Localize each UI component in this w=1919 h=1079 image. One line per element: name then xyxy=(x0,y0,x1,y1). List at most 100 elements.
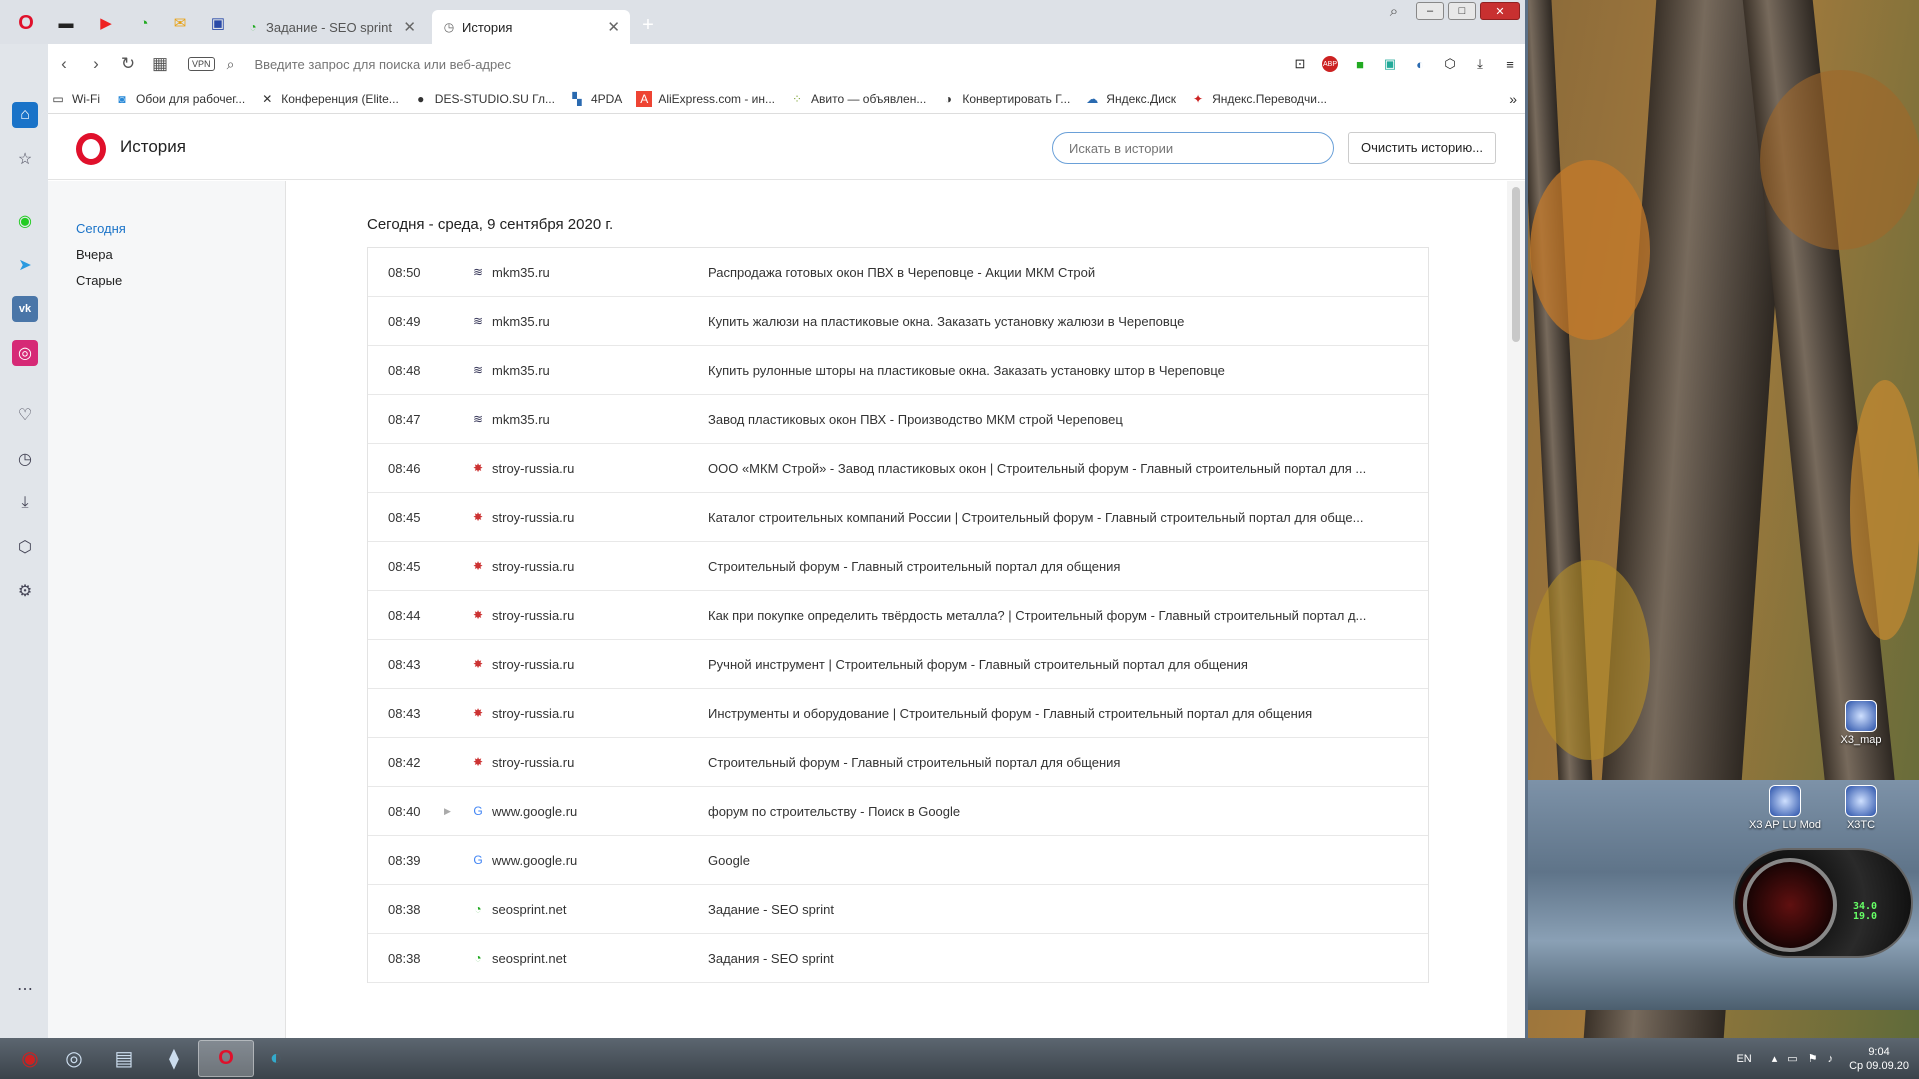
history-title[interactable]: Купить рулонные шторы на пластиковые окн… xyxy=(708,363,1428,378)
extension-green-icon[interactable]: ■ xyxy=(1345,54,1375,74)
bookmark-item[interactable]: ◙ Обои для рабочег... xyxy=(114,91,245,107)
history-row[interactable]: 08:38 ◔ seosprint.net Задания - SEO sprint xyxy=(368,934,1428,983)
tabs-grid-icon[interactable]: ▦ xyxy=(144,54,176,74)
minimize-icon[interactable]: – xyxy=(1416,2,1444,20)
speed-dial-icon[interactable]: ▬ xyxy=(46,8,86,38)
clear-history-button[interactable]: Очистить историю... xyxy=(1348,132,1496,164)
history-row[interactable]: 08:47 ≋ mkm35.ru Завод пластиковых окон ПВХ… xyxy=(368,395,1428,444)
history-row[interactable]: 08:48 ≋ mkm35.ru Купить рулонные шторы на п… xyxy=(368,346,1428,395)
back-icon[interactable]: ‹ xyxy=(48,54,80,74)
history-domain[interactable]: mkm35.ru xyxy=(488,412,708,427)
bookmark-item[interactable]: ✕ Конференция (Elite... xyxy=(259,91,399,107)
nav-yesterday[interactable]: Вчера xyxy=(76,247,113,262)
nav-older[interactable]: Старые xyxy=(76,273,122,288)
bookmark-item[interactable]: ▚ 4PDA xyxy=(569,91,622,107)
history-icon[interactable]: ◷ xyxy=(12,446,38,472)
history-row[interactable]: 08:39 Gwww.google.ru Google xyxy=(368,836,1428,885)
history-search-input[interactable] xyxy=(1052,132,1334,164)
history-title[interactable]: Ручной инструмент | Строительный форум -… xyxy=(708,657,1428,672)
history-title[interactable]: ООО «МКМ Строй» - Завод пластиковых окон… xyxy=(708,461,1428,476)
messages-icon[interactable]: ▣ xyxy=(198,8,238,38)
more-dots-icon[interactable]: ⋯ xyxy=(12,976,38,1002)
history-row[interactable]: 08:40 ▶ Gwww.google.ru форум по строительст… xyxy=(368,787,1428,836)
history-row[interactable]: 08:44 ✸ stroy-russia.ru Как при покупке опр… xyxy=(368,591,1428,640)
history-row[interactable]: 08:49 ≋ mkm35.ru Купить жалюзи на пластиков… xyxy=(368,297,1428,346)
close-icon[interactable]: ✕ xyxy=(1480,2,1520,20)
history-row[interactable]: 08:45 ✸ stroy-russia.ru Строительный форум … xyxy=(368,542,1428,591)
vk-icon[interactable]: vk xyxy=(12,296,38,322)
scrollbar-thumb[interactable] xyxy=(1512,187,1520,342)
close-tab-icon[interactable]: ✕ xyxy=(403,18,416,36)
history-row[interactable]: 08:38 ◔ seosprint.net Задание - SEO sprint xyxy=(368,885,1428,934)
history-domain[interactable]: seosprint.net xyxy=(488,951,708,966)
language-indicator[interactable]: EN xyxy=(1736,1053,1751,1065)
settings-gear-icon[interactable]: ⚙ xyxy=(12,578,38,604)
history-domain[interactable]: stroy-russia.ru xyxy=(488,755,708,770)
bookmark-item[interactable]: ☁ Яндекс.Диск xyxy=(1084,91,1176,107)
history-title[interactable]: Инструменты и оборудование | Строительны… xyxy=(708,706,1428,721)
adblock-icon[interactable]: ABP xyxy=(1315,54,1345,74)
history-title[interactable]: Google xyxy=(708,853,1428,868)
history-row[interactable]: 08:43 ✸ stroy-russia.ru Ручной инструмент |… xyxy=(368,640,1428,689)
expand-arrow-icon[interactable]: ▶ xyxy=(444,806,451,817)
extension-teal-icon[interactable]: ▣ xyxy=(1375,54,1405,74)
history-row[interactable]: 08:50 ≋ mkm35.ru Распродажа готовых окон ПВ… xyxy=(368,248,1428,297)
network-icon[interactable]: ▭ xyxy=(1787,1052,1797,1065)
nav-today[interactable]: Сегодня xyxy=(76,221,126,236)
history-row[interactable]: 08:45 ✸ stroy-russia.ru Каталог строительны… xyxy=(368,493,1428,542)
taskbar-edge-icon[interactable]: ◐ xyxy=(248,1040,304,1077)
telegram-icon[interactable]: ➤ xyxy=(12,252,38,278)
bookmark-item[interactable]: ● DES-STUDIO.SU Гл... xyxy=(413,91,555,107)
tab-history[interactable]: ◷ История ✕ xyxy=(432,10,630,44)
heart-icon[interactable]: ♡ xyxy=(12,402,38,428)
whatsapp-icon[interactable]: ◉ xyxy=(12,208,38,234)
history-title[interactable]: Как при покупке определить твёрдость мет… xyxy=(708,608,1428,623)
seosprint-icon[interactable]: ◔ xyxy=(124,8,164,38)
history-row[interactable]: 08:46 ✸ stroy-russia.ru ООО «МКМ Строй» - З… xyxy=(368,444,1428,493)
history-domain[interactable]: seosprint.net xyxy=(488,902,708,917)
more-bookmarks-icon[interactable]: » xyxy=(1509,91,1517,107)
bookmark-item[interactable]: ⁘ Авито — объявлен... xyxy=(789,91,926,107)
bookmark-item[interactable]: ✦ Яндекс.Переводчи... xyxy=(1190,91,1327,107)
search-tabs-icon[interactable]: ⌕ xyxy=(1380,2,1408,20)
cpu-gauge-gadget[interactable]: 34.0 19.0 xyxy=(1733,848,1913,958)
bookmarks-star-icon[interactable]: ☆ xyxy=(12,146,38,172)
history-domain[interactable]: mkm35.ru xyxy=(488,265,708,280)
clock[interactable]: 9:04 Ср 09.09.20 xyxy=(1849,1045,1909,1073)
history-title[interactable]: Задание - SEO sprint xyxy=(708,902,1428,917)
scrollbar[interactable] xyxy=(1507,181,1525,1038)
history-domain[interactable]: stroy-russia.ru xyxy=(488,461,708,476)
history-title[interactable]: Распродажа готовых окон ПВХ в Череповце … xyxy=(708,265,1428,280)
maximize-icon[interactable]: □ xyxy=(1448,2,1476,20)
snapshot-camera-icon[interactable]: ⊡ xyxy=(1285,54,1315,74)
extensions-cube-icon[interactable]: ⬡ xyxy=(12,534,38,560)
flag-icon[interactable]: ⚑ xyxy=(1808,1052,1818,1065)
history-domain[interactable]: www.google.ru xyxy=(488,853,708,868)
volume-icon[interactable]: ♪ xyxy=(1828,1053,1834,1065)
downloads-icon[interactable]: ⤓ xyxy=(1465,54,1495,74)
tab-seo-sprint[interactable]: ◔ Задание - SEO sprint ✕ xyxy=(236,10,426,44)
history-title[interactable]: Завод пластиковых окон ПВХ - Производств… xyxy=(708,412,1428,427)
history-title[interactable]: Каталог строительных компаний России | С… xyxy=(708,510,1428,525)
tray-arrow-icon[interactable]: ▴ xyxy=(1772,1052,1778,1065)
history-row[interactable]: 08:42 ✸ stroy-russia.ru Строительный форум … xyxy=(368,738,1428,787)
history-domain[interactable]: stroy-russia.ru xyxy=(488,706,708,721)
downloads-icon[interactable]: ⤓ xyxy=(12,490,38,516)
bookmark-item[interactable]: ◑ Конвертировать Г... xyxy=(940,91,1071,107)
opera-logo-icon[interactable]: O xyxy=(6,8,46,38)
taskbar-app-icon[interactable]: ◎ xyxy=(46,1040,102,1077)
history-title[interactable]: форум по строительству - Поиск в Google xyxy=(708,804,1428,819)
history-domain[interactable]: mkm35.ru xyxy=(488,314,708,329)
taskbar-bottle-icon[interactable]: ⧫ xyxy=(146,1040,202,1077)
mail-icon[interactable]: ✉ xyxy=(160,8,200,38)
youtube-icon[interactable]: ▶ xyxy=(86,8,126,38)
bookmark-item[interactable]: A AliExpress.com - ин... xyxy=(636,90,775,107)
instagram-icon[interactable]: ◎ xyxy=(12,340,38,366)
new-tab-button[interactable]: + xyxy=(628,10,668,40)
desktop-icon-x3tc[interactable]: X3TC xyxy=(1816,785,1906,831)
taskbar-opera-icon[interactable]: O xyxy=(198,1040,254,1077)
easy-setup-icon[interactable]: ≡ xyxy=(1495,54,1525,74)
history-title[interactable]: Строительный форум - Главный строительны… xyxy=(708,559,1428,574)
desktop-icon-x3-map[interactable]: X3_map xyxy=(1816,700,1906,746)
history-domain[interactable]: stroy-russia.ru xyxy=(488,608,708,623)
